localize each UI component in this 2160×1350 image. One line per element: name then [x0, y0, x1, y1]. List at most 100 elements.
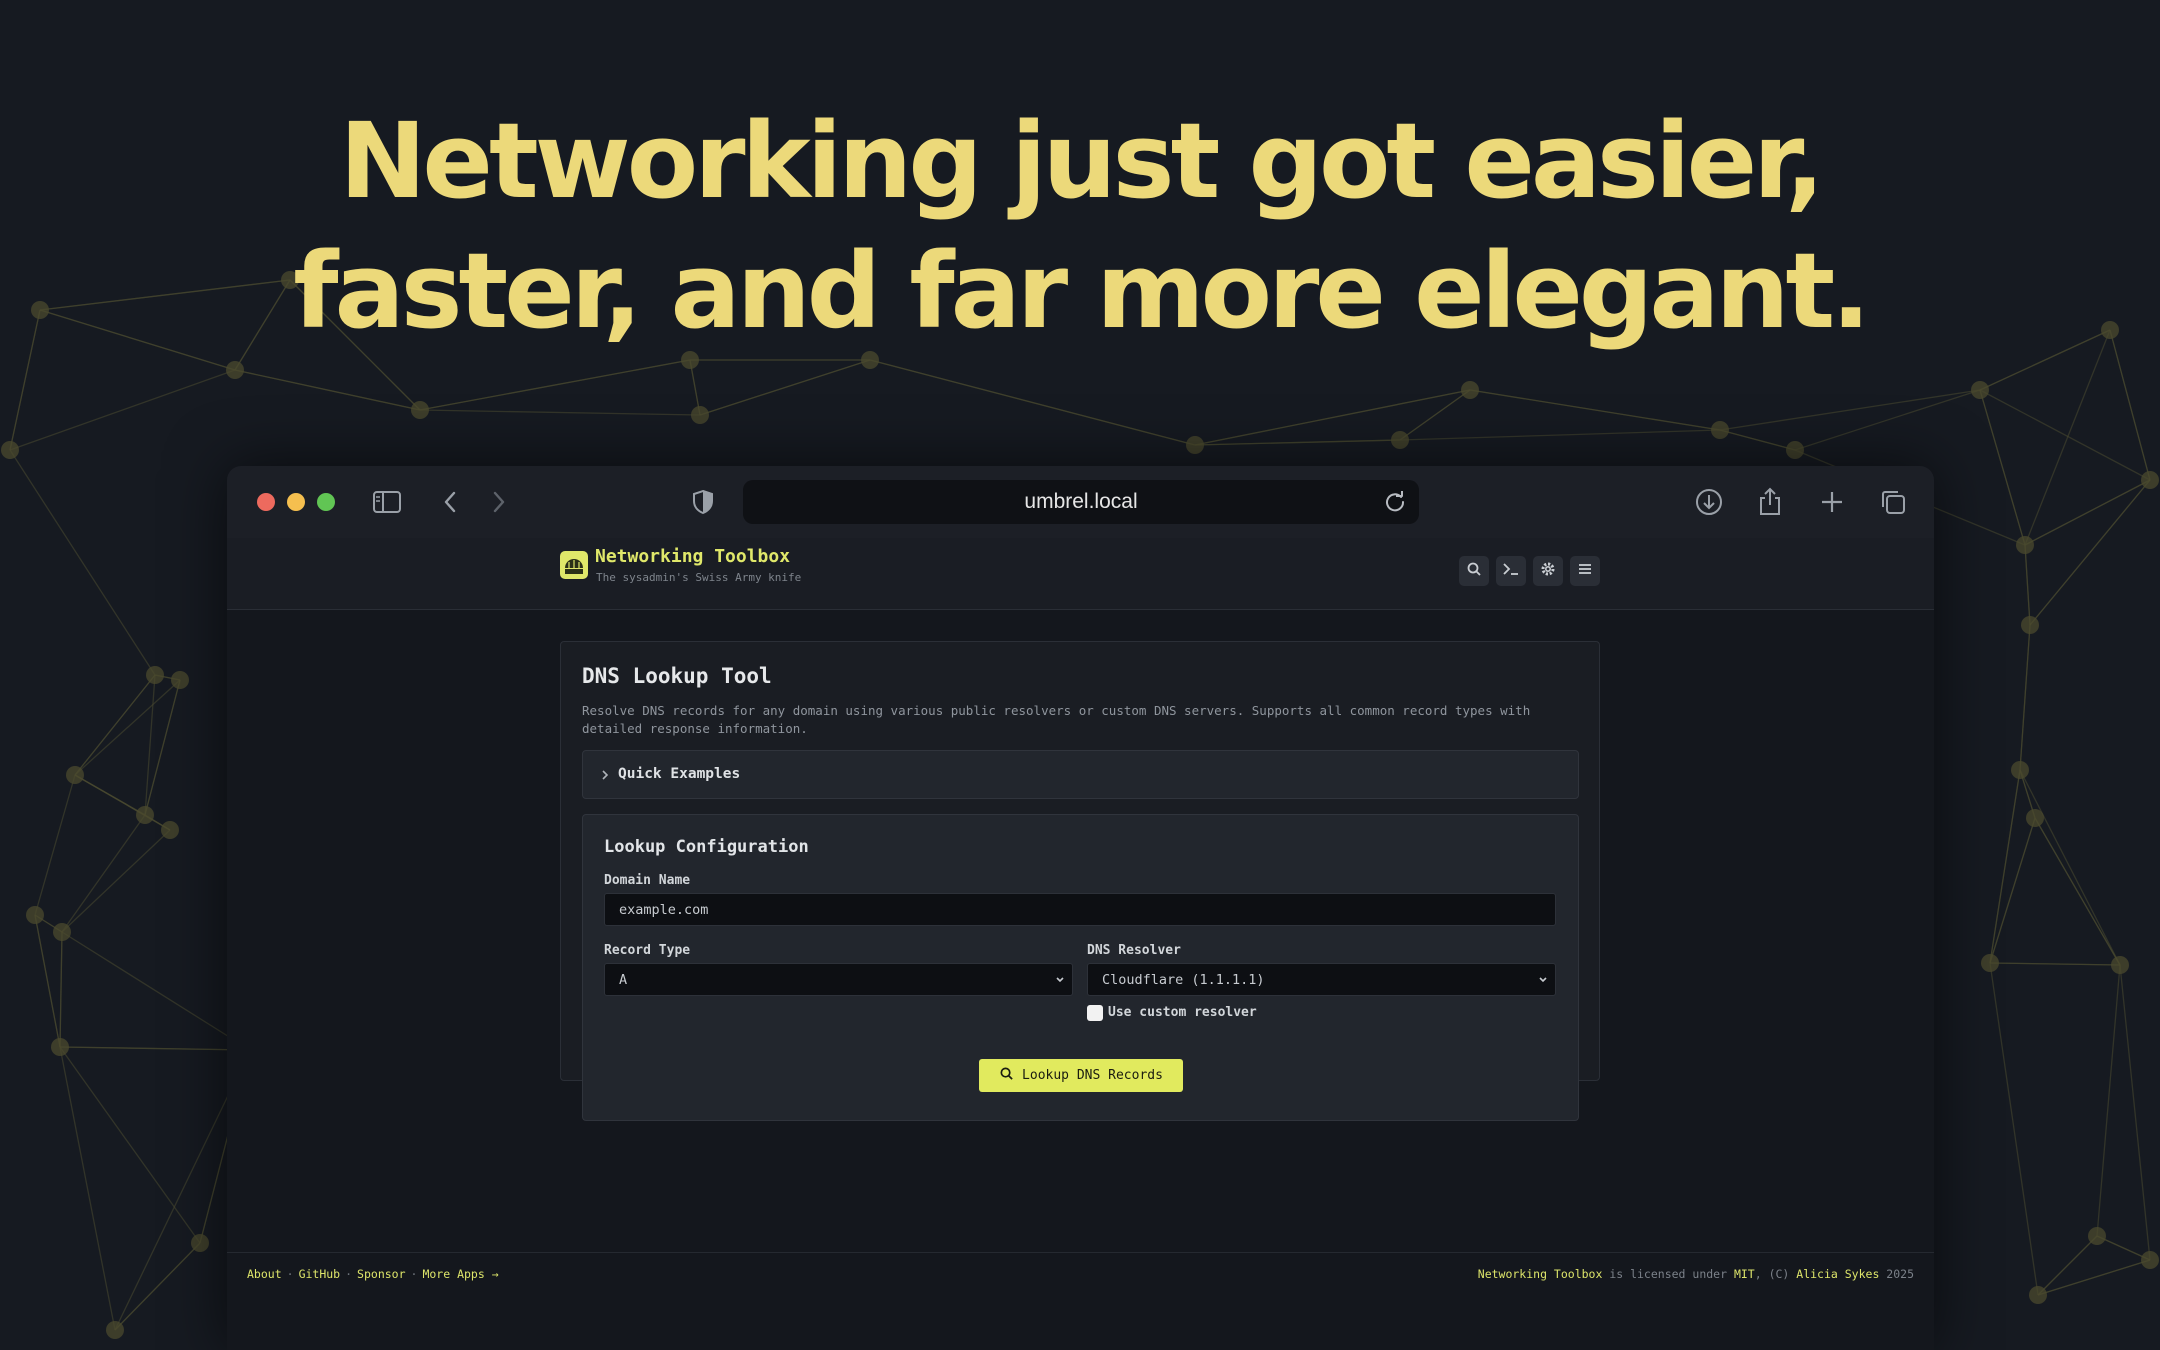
network-node: [1, 441, 19, 459]
network-node: [2111, 956, 2129, 974]
shield-icon[interactable]: [685, 484, 721, 520]
custom-resolver-checkbox[interactable]: [1087, 1005, 1103, 1021]
headline: Networking just got easier, faster, and …: [0, 96, 2160, 356]
network-edge: [1989, 962, 2121, 966]
footer-link-about[interactable]: About: [247, 1267, 282, 1281]
network-node: [26, 906, 44, 924]
browser-window: umbrel.local Networking Toolbox The sysa…: [227, 466, 1934, 1350]
network-edge: [1989, 817, 2036, 964]
network-node: [2016, 536, 2034, 554]
menu-button[interactable]: [1570, 556, 1600, 586]
network-node: [146, 666, 164, 684]
network-node: [2141, 1251, 2159, 1269]
network-edge: [1194, 439, 1401, 446]
network-edge: [2034, 817, 2121, 966]
network-edge: [61, 931, 251, 1051]
quick-examples-label: Quick Examples: [618, 766, 741, 782]
close-window-button[interactable]: [257, 493, 275, 511]
terminal-button[interactable]: [1496, 556, 1526, 586]
reload-icon[interactable]: [1381, 488, 1409, 516]
tabs-overview-icon[interactable]: [1875, 484, 1911, 520]
network-edge: [1399, 429, 1721, 441]
maximize-window-button[interactable]: [317, 493, 335, 511]
tool-title: DNS Lookup Tool: [582, 664, 772, 688]
footer-link-more-apps[interactable]: More Apps →: [422, 1267, 498, 1281]
minimize-window-button[interactable]: [287, 493, 305, 511]
network-edge: [869, 359, 1196, 446]
domain-name-input[interactable]: example.com: [604, 893, 1556, 926]
download-icon[interactable]: [1691, 484, 1727, 520]
footer-link-github[interactable]: GitHub: [299, 1267, 341, 1281]
network-node: [1461, 381, 1479, 399]
network-edge: [1469, 389, 1721, 431]
app-subtitle: The sysadmin's Swiss Army knife: [596, 571, 802, 584]
network-edge: [419, 409, 701, 416]
app-title[interactable]: Networking Toolbox: [595, 546, 790, 567]
footer-link-sponsor[interactable]: Sponsor: [357, 1267, 405, 1281]
footer-separator: ·: [410, 1267, 418, 1281]
lookup-dns-records-button[interactable]: Lookup DNS Records: [979, 1059, 1183, 1092]
settings-button[interactable]: [1533, 556, 1563, 586]
forward-icon[interactable]: [481, 484, 517, 520]
network-edge: [9, 369, 236, 451]
network-node: [2088, 1227, 2106, 1245]
network-node: [2021, 616, 2039, 634]
network-edge: [74, 679, 181, 776]
browser-toolbar: umbrel.local: [227, 466, 1934, 538]
network-edge: [74, 674, 156, 776]
search-icon: [999, 1066, 1014, 1085]
record-type-label: Record Type: [604, 943, 691, 958]
copyright-text: , (C): [1754, 1267, 1797, 1281]
address-bar[interactable]: umbrel.local: [743, 480, 1419, 524]
footer-separator: ·: [345, 1267, 353, 1281]
network-node: [1981, 954, 1999, 972]
gear-icon: [1540, 561, 1556, 582]
footer-separator: ·: [286, 1267, 294, 1281]
network-edge: [2096, 964, 2121, 1237]
network-node: [106, 1321, 124, 1339]
headline-line-2: faster, and far more elegant.: [293, 230, 1871, 352]
search-button[interactable]: [1459, 556, 1489, 586]
chevron-down-icon: [1054, 973, 1066, 987]
share-icon[interactable]: [1752, 484, 1788, 520]
back-icon[interactable]: [432, 484, 468, 520]
menu-icon: [1577, 562, 1593, 581]
network-node: [161, 821, 179, 839]
network-edge: [59, 931, 63, 1048]
custom-resolver-label[interactable]: Use custom resolver: [1108, 1005, 1257, 1020]
sidebar-icon[interactable]: [369, 484, 405, 520]
network-node: [1786, 441, 1804, 459]
quick-examples-toggle[interactable]: Quick Examples: [582, 750, 1579, 799]
footer-app-link[interactable]: Networking Toolbox: [1478, 1267, 1603, 1281]
footer-license: Networking Toolbox is licensed under MIT…: [1478, 1267, 1914, 1281]
domain-name-label: Domain Name: [604, 873, 691, 888]
domain-name-value: example.com: [619, 901, 709, 918]
network-node: [411, 401, 429, 419]
network-node: [136, 806, 154, 824]
app-footer: About · GitHub · Sponsor · More Apps → Network…: [227, 1252, 1934, 1350]
network-node: [66, 766, 84, 784]
network-edge: [2024, 544, 2031, 626]
network-edge: [74, 774, 171, 831]
toolbox-logo-icon[interactable]: [560, 551, 588, 579]
network-node: [51, 1038, 69, 1056]
dns-resolver-select[interactable]: Cloudflare (1.1.1.1): [1087, 963, 1556, 996]
network-node: [1186, 436, 1204, 454]
network-node: [53, 923, 71, 941]
tool-description: Resolve DNS records for any domain using…: [582, 703, 1531, 736]
record-type-select[interactable]: A: [604, 963, 1073, 996]
headline-line-1: Networking just got easier,: [339, 100, 1824, 222]
terminal-icon: [1502, 561, 1520, 582]
license-link[interactable]: MIT: [1734, 1267, 1755, 1281]
network-edge: [1719, 389, 1981, 431]
network-edge: [234, 369, 421, 411]
lookup-button-label: Lookup DNS Records: [1022, 1068, 1163, 1083]
network-edge: [419, 359, 691, 411]
network-edge: [2019, 624, 2031, 771]
network-edge: [61, 829, 171, 933]
author-link[interactable]: Alicia Sykes: [1796, 1267, 1879, 1281]
network-edge: [1794, 389, 1981, 451]
network-node: [2026, 809, 2044, 827]
network-edge: [2024, 479, 2151, 546]
new-tab-icon[interactable]: [1814, 484, 1850, 520]
